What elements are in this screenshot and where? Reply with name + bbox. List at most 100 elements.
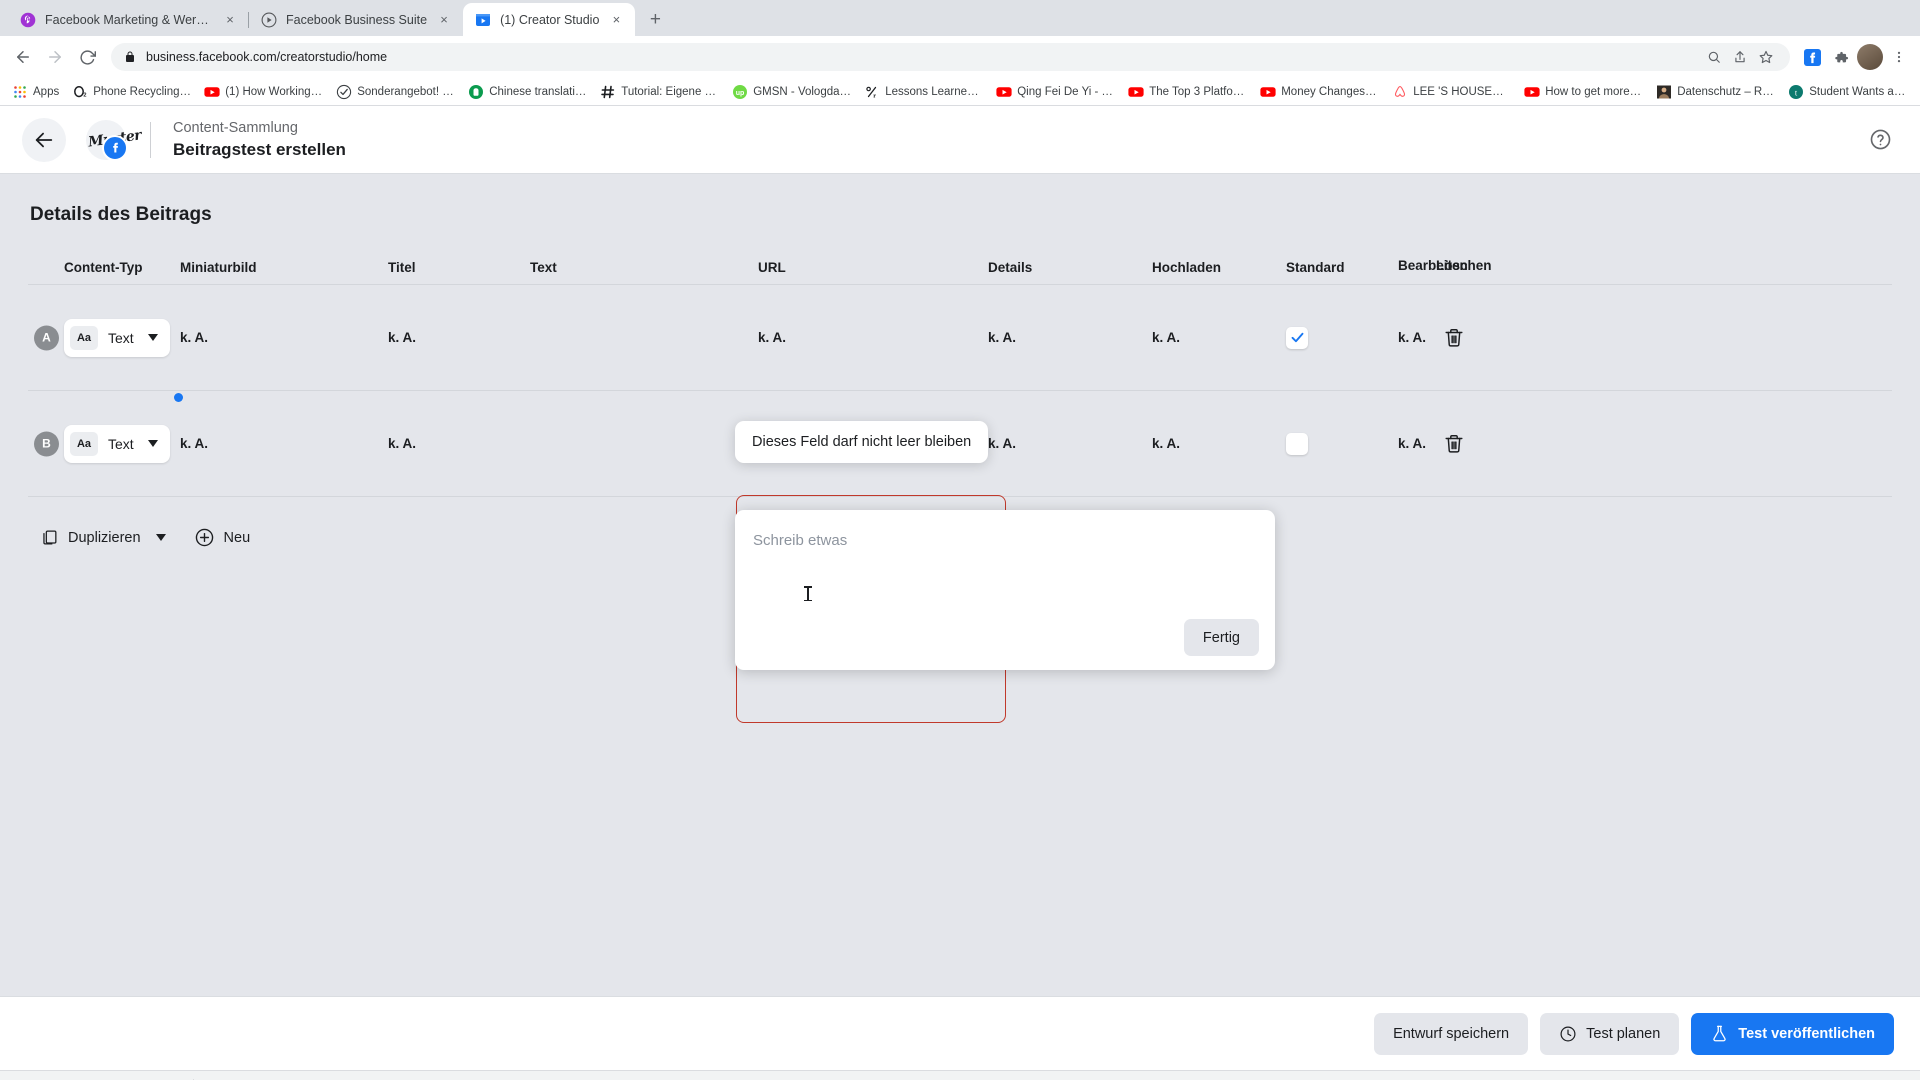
- footer-action-bar: Entwurf speichern Test planen Test veröf…: [0, 996, 1920, 1070]
- profile-avatar[interactable]: [1857, 44, 1883, 70]
- bookmark-how-to-add[interactable]: (2) How To Add A…: [1914, 81, 1920, 103]
- standard-checkbox[interactable]: [1286, 432, 1308, 455]
- extensions-puzzle-icon[interactable]: [1828, 44, 1854, 70]
- duplicate-button[interactable]: Duplizieren: [30, 520, 176, 555]
- back-icon[interactable]: [8, 42, 38, 72]
- row-badge: B: [34, 431, 59, 456]
- new-button[interactable]: Neu: [184, 519, 261, 556]
- section-title: Details des Beitrags: [30, 204, 212, 225]
- bookmark-label: Phone Recycling,…: [93, 85, 192, 98]
- browser-toolbar: business.facebook.com/creatorstudio/home: [0, 36, 1920, 78]
- address-bar[interactable]: business.facebook.com/creatorstudio/home: [111, 43, 1790, 71]
- hash-icon: [601, 85, 615, 98]
- bookmark-lees-house[interactable]: LEE 'S HOUSE—…: [1386, 81, 1517, 103]
- text-type-icon: Aa: [70, 325, 98, 350]
- teal-circle-icon: t: [1789, 84, 1804, 99]
- browser-menu-icon[interactable]: [1886, 44, 1912, 70]
- bookmark-star-icon[interactable]: [1755, 46, 1777, 68]
- browser-tab-2[interactable]: (1) Creator Studio ×: [463, 3, 636, 36]
- share-icon[interactable]: [1729, 46, 1751, 68]
- trash-icon[interactable]: [1443, 327, 1465, 349]
- text-composer-popup[interactable]: Schreib etwas Fertig: [735, 510, 1275, 670]
- browser-tab-0[interactable]: Facebook Marketing & Werbea ×: [8, 3, 249, 36]
- clock-icon: [1560, 1026, 1576, 1041]
- cell-url: k. A.: [758, 330, 787, 345]
- publish-test-label: Test veröffentlichen: [1738, 1025, 1875, 1042]
- bookmark-get-more-views[interactable]: How to get more v…: [1518, 81, 1649, 103]
- tab-title: Facebook Marketing & Werbea: [45, 12, 213, 27]
- close-icon[interactable]: ×: [436, 12, 452, 28]
- bookmark-lessons-learned[interactable]: r Lessons Learned f…: [858, 81, 989, 103]
- apps-grid-icon: [14, 85, 26, 98]
- bookmark-gmsn-vologda[interactable]: up GMSN - Vologda,…: [726, 81, 857, 103]
- trash-icon[interactable]: [1443, 433, 1465, 455]
- bookmark-money-changes[interactable]: Money Changes E…: [1254, 81, 1385, 103]
- bookmark-datenschutz[interactable]: Datenschutz – Re…: [1650, 81, 1781, 103]
- check-icon: [1291, 332, 1303, 343]
- content-type-value: Text: [108, 329, 134, 346]
- cell-thumbnail: k. A.: [180, 436, 209, 451]
- cell-thumbnail: k. A.: [180, 330, 209, 345]
- cell-title: k. A.: [388, 436, 417, 451]
- bookmark-label: How to get more v…: [1545, 85, 1644, 98]
- content-type-select[interactable]: Aa Text: [64, 318, 170, 357]
- tab-strip: Facebook Marketing & Werbea × Facebook B…: [0, 0, 1920, 36]
- bookmark-student-wants[interactable]: t Student Wants an…: [1782, 81, 1913, 103]
- youtube-icon: [1524, 86, 1540, 97]
- bookmark-sonderangebot[interactable]: Sonderangebot! |…: [330, 81, 461, 103]
- chevron-down-icon: [147, 440, 158, 447]
- bookmark-how-working[interactable]: (1) How Working a…: [198, 81, 329, 103]
- standard-checkbox[interactable]: [1286, 326, 1308, 349]
- cell-details: k. A.: [988, 330, 1017, 345]
- bookmark-label: Lessons Learned f…: [885, 85, 984, 98]
- close-icon[interactable]: ×: [608, 12, 624, 28]
- creator-studio-app: Muster Content-Sammlung Beitragstest ers…: [0, 106, 1920, 1080]
- check-circle-icon: [337, 84, 352, 99]
- back-button[interactable]: [22, 117, 66, 162]
- help-button[interactable]: [1862, 122, 1898, 158]
- download-shelf: Book Layout 2 (1).jpeg ▲ Alle anzeigen ×: [0, 1070, 1920, 1080]
- page-brand[interactable]: Muster: [86, 119, 142, 161]
- publish-test-button[interactable]: Test veröffentlichen: [1691, 1012, 1894, 1055]
- schedule-test-button[interactable]: Test planen: [1540, 1012, 1680, 1055]
- bookmark-label: Chinese translatio…: [489, 85, 588, 98]
- bookmark-phone-recycling[interactable]: 2 Phone Recycling,…: [66, 81, 197, 103]
- main-content: Details des Beitrags Content-Typ Miniatu…: [0, 174, 1920, 723]
- close-icon[interactable]: ×: [222, 12, 238, 28]
- new-tab-button[interactable]: +: [641, 5, 669, 33]
- facebook-marketing-icon: [20, 12, 36, 27]
- save-draft-button[interactable]: Entwurf speichern: [1374, 1012, 1529, 1055]
- save-draft-label: Entwurf speichern: [1393, 1025, 1510, 1042]
- zoom-icon[interactable]: [1703, 46, 1725, 68]
- text-type-icon: Aa: [70, 431, 98, 456]
- cell-delete: [1399, 327, 1892, 349]
- up-green-icon: up: [733, 84, 748, 99]
- cell-details: k. A.: [988, 436, 1017, 451]
- done-button[interactable]: Fertig: [1183, 619, 1259, 656]
- column-header-thumbnail: Miniaturbild: [180, 259, 257, 275]
- lock-icon: [126, 51, 134, 62]
- browser-tab-1[interactable]: Facebook Business Suite ×: [247, 3, 464, 36]
- column-header-upload: Hochladen: [1152, 259, 1222, 275]
- bookmark-chinese-translation[interactable]: Chinese translatio…: [462, 81, 593, 103]
- content-type-select[interactable]: Aa Text: [64, 424, 170, 463]
- svg-text:2: 2: [84, 92, 87, 98]
- bookmark-apps[interactable]: Apps: [6, 81, 65, 103]
- reload-icon[interactable]: [72, 42, 102, 72]
- bookmarks-bar: Apps 2 Phone Recycling,… (1) How Working…: [0, 78, 1920, 106]
- bookmark-tutorial-eigene-fa[interactable]: Tutorial: Eigene Fa…: [594, 81, 725, 103]
- bookmark-qing-fei-de-yi[interactable]: Qing Fei De Yi - Y…: [990, 81, 1121, 103]
- cell-standard: [1286, 326, 1398, 349]
- page-title: Beitragstest erstellen: [173, 139, 346, 159]
- cell-delete: [1399, 433, 1892, 455]
- youtube-icon: [1128, 86, 1144, 97]
- photo-icon: [1657, 85, 1672, 98]
- facebook-badge-icon: [102, 134, 128, 161]
- chevron-down-icon: [155, 534, 166, 541]
- bookmark-top-3-platforms[interactable]: The Top 3 Platfor…: [1122, 81, 1253, 103]
- breadcrumb[interactable]: Content-Sammlung: [173, 118, 346, 139]
- facebook-extension-icon[interactable]: [1799, 44, 1825, 70]
- bookmark-label: The Top 3 Platfor…: [1149, 85, 1248, 98]
- help-icon: [1870, 129, 1890, 150]
- table-header-row: Content-Typ Miniaturbild Titel Text URL …: [28, 250, 1892, 284]
